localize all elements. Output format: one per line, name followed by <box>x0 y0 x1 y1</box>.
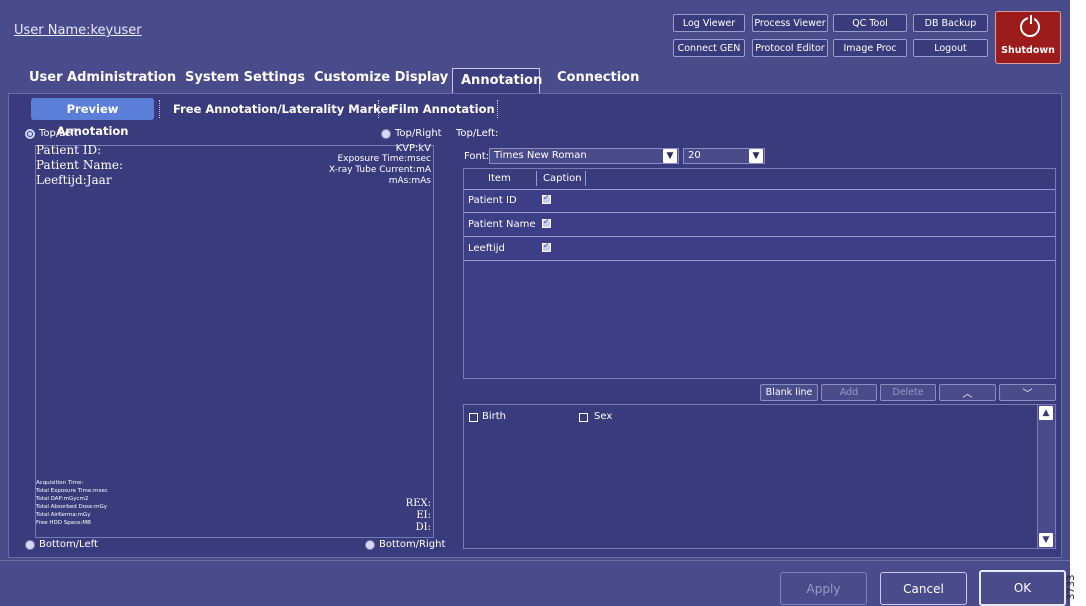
scroll-up-icon[interactable]: ▲ <box>1039 406 1053 420</box>
preview-airkerma: Total AirKerma:mGy <box>36 512 91 518</box>
preview-kvp: KVP:kV <box>395 143 431 154</box>
subtab-separator <box>378 100 380 118</box>
qc-tool-button[interactable]: QC Tool <box>833 14 907 32</box>
tab-user-administration[interactable]: User Administration <box>29 70 176 85</box>
subtab-preview-annotation[interactable]: Preview Annotation <box>31 98 154 138</box>
main-tab-bar: User Administration System Settings Cust… <box>0 68 1070 93</box>
preview-tube-current: X-ray Tube Current:mA <box>328 165 431 175</box>
db-backup-button[interactable]: DB Backup <box>913 14 988 32</box>
caption-checkbox[interactable] <box>542 241 551 252</box>
sex-label: Sex <box>594 411 613 422</box>
section-label: Top/Left: <box>456 128 499 139</box>
chevron-up-icon: ︿ <box>962 389 973 400</box>
column-divider <box>585 171 586 186</box>
caption-checkbox[interactable] <box>542 217 551 228</box>
font-size-value: 20 <box>688 150 701 161</box>
power-icon <box>1020 15 1040 37</box>
column-caption[interactable]: Caption <box>543 173 582 184</box>
preview-patient-id: Patient ID: <box>36 143 102 157</box>
table-row[interactable]: Patient Name <box>464 213 1055 237</box>
preview-rex: REX: <box>405 498 431 509</box>
caption-checkbox[interactable] <box>542 193 551 204</box>
preview-total-dap: Total DAP:mGycm2 <box>36 496 89 502</box>
tab-connection[interactable]: Connection <box>557 70 639 85</box>
delete-button[interactable]: Delete <box>880 384 936 401</box>
tab-annotation[interactable]: Annotation <box>452 68 542 93</box>
user-name-link[interactable]: User Name:keyuser <box>14 23 142 38</box>
blank-line-button[interactable]: Blank line <box>760 384 818 401</box>
row-item: Patient ID <box>468 195 517 206</box>
row-item: Patient Name <box>468 219 536 230</box>
preview-acquisition-time: Acquisition Time: <box>36 480 84 486</box>
chevron-down-icon[interactable]: ▼ <box>749 149 763 163</box>
tab-customize-display[interactable]: Customize Display <box>314 70 448 85</box>
annotation-items-table: Item Caption Patient ID Patient Name Lee… <box>463 168 1056 379</box>
shutdown-button[interactable]: Shutdown <box>995 11 1061 64</box>
row-item: Leeftijd <box>468 243 505 254</box>
preview-ei: EI: <box>416 510 431 521</box>
protocol-editor-button[interactable]: Protocol Editor <box>752 39 828 57</box>
figure-code: 3733 <box>1066 574 1077 600</box>
available-fields-list: Birth Sex ▲ ▼ <box>463 404 1056 549</box>
cancel-button[interactable]: Cancel <box>880 572 967 605</box>
shutdown-label: Shutdown <box>1001 45 1055 56</box>
log-viewer-button[interactable]: Log Viewer <box>673 14 745 32</box>
move-down-button[interactable]: ﹀ <box>999 384 1056 401</box>
connect-gen-button[interactable]: Connect GEN <box>673 39 745 57</box>
preview-total-exposure: Total Exposure Time:msec <box>36 488 108 494</box>
top-left-radio[interactable] <box>25 129 35 139</box>
preview-hdd-space: Free HDD Space:MB <box>36 520 91 526</box>
column-item[interactable]: Item <box>488 173 511 184</box>
font-size-select[interactable]: 20 ▼ <box>683 148 765 164</box>
ok-button[interactable]: OK <box>979 570 1066 606</box>
tab-system-settings[interactable]: System Settings <box>185 70 305 85</box>
add-button[interactable]: Add <box>821 384 877 401</box>
top-left-label: Top/Left <box>39 128 79 139</box>
birth-checkbox[interactable] <box>469 413 478 422</box>
preview-di: DI: <box>415 522 431 533</box>
top-right-radio[interactable] <box>381 129 391 139</box>
table-row[interactable]: Patient ID <box>464 189 1055 213</box>
subtab-free-annotation[interactable]: Free Annotation/Laterality Marker <box>173 102 394 116</box>
logout-button[interactable]: Logout <box>913 39 988 57</box>
footer-divider <box>0 560 1070 561</box>
font-select-value: Times New Roman <box>494 150 587 161</box>
subtab-film-annotation[interactable]: Film Annotation <box>391 102 495 116</box>
preview-exposure-time: Exposure Time:msec <box>337 154 431 164</box>
preview-mas: mAs:mAs <box>388 176 431 186</box>
preview-bottom-left: Acquisition Time: Total Exposure Time:ms… <box>36 479 108 527</box>
apply-button[interactable]: Apply <box>780 572 867 605</box>
bottom-left-radio[interactable] <box>25 540 35 550</box>
image-proc-button[interactable]: Image Proc <box>833 39 907 57</box>
chevron-down-icon[interactable]: ▼ <box>663 149 677 163</box>
vertical-scrollbar[interactable]: ▲ ▼ <box>1037 405 1055 548</box>
table-header: Item Caption <box>464 169 1055 190</box>
preview-top-right: KVP:kV Exposure Time:msec X-ray Tube Cur… <box>329 143 431 187</box>
top-right-label: Top/Right <box>395 128 442 139</box>
preview-bottom-right: REX: EI: DI: <box>406 498 431 534</box>
move-up-button[interactable]: ︿ <box>939 384 996 401</box>
scroll-down-icon[interactable]: ▼ <box>1039 533 1053 547</box>
bottom-left-label: Bottom/Left <box>39 539 98 550</box>
preview-top-left: Patient ID: Patient Name: Leeftijd:Jaar <box>36 143 123 188</box>
table-row[interactable]: Leeftijd <box>464 237 1055 261</box>
bottom-right-label: Bottom/Right <box>379 539 446 550</box>
process-viewer-button[interactable]: Process Viewer <box>752 14 828 32</box>
birth-label: Birth <box>482 411 507 422</box>
preview-leeftijd: Leeftijd:Jaar <box>36 173 112 187</box>
font-select[interactable]: Times New Roman ▼ <box>489 148 679 164</box>
font-label: Font: <box>464 151 490 162</box>
preview-patient-name: Patient Name: <box>36 158 123 172</box>
preview-absorbed-dose: Total Absorbed Dose:mGy <box>36 504 108 510</box>
column-divider <box>536 171 537 186</box>
app-window: User Name:keyuser Log Viewer Process Vie… <box>0 0 1070 606</box>
chevron-down-icon: ﹀ <box>1022 389 1033 400</box>
sex-checkbox[interactable] <box>579 413 588 422</box>
bottom-right-radio[interactable] <box>365 540 375 550</box>
subtab-separator <box>159 100 161 118</box>
annotation-preview-area: Patient ID: Patient Name: Leeftijd:Jaar … <box>35 143 434 538</box>
subtab-separator <box>497 100 499 118</box>
